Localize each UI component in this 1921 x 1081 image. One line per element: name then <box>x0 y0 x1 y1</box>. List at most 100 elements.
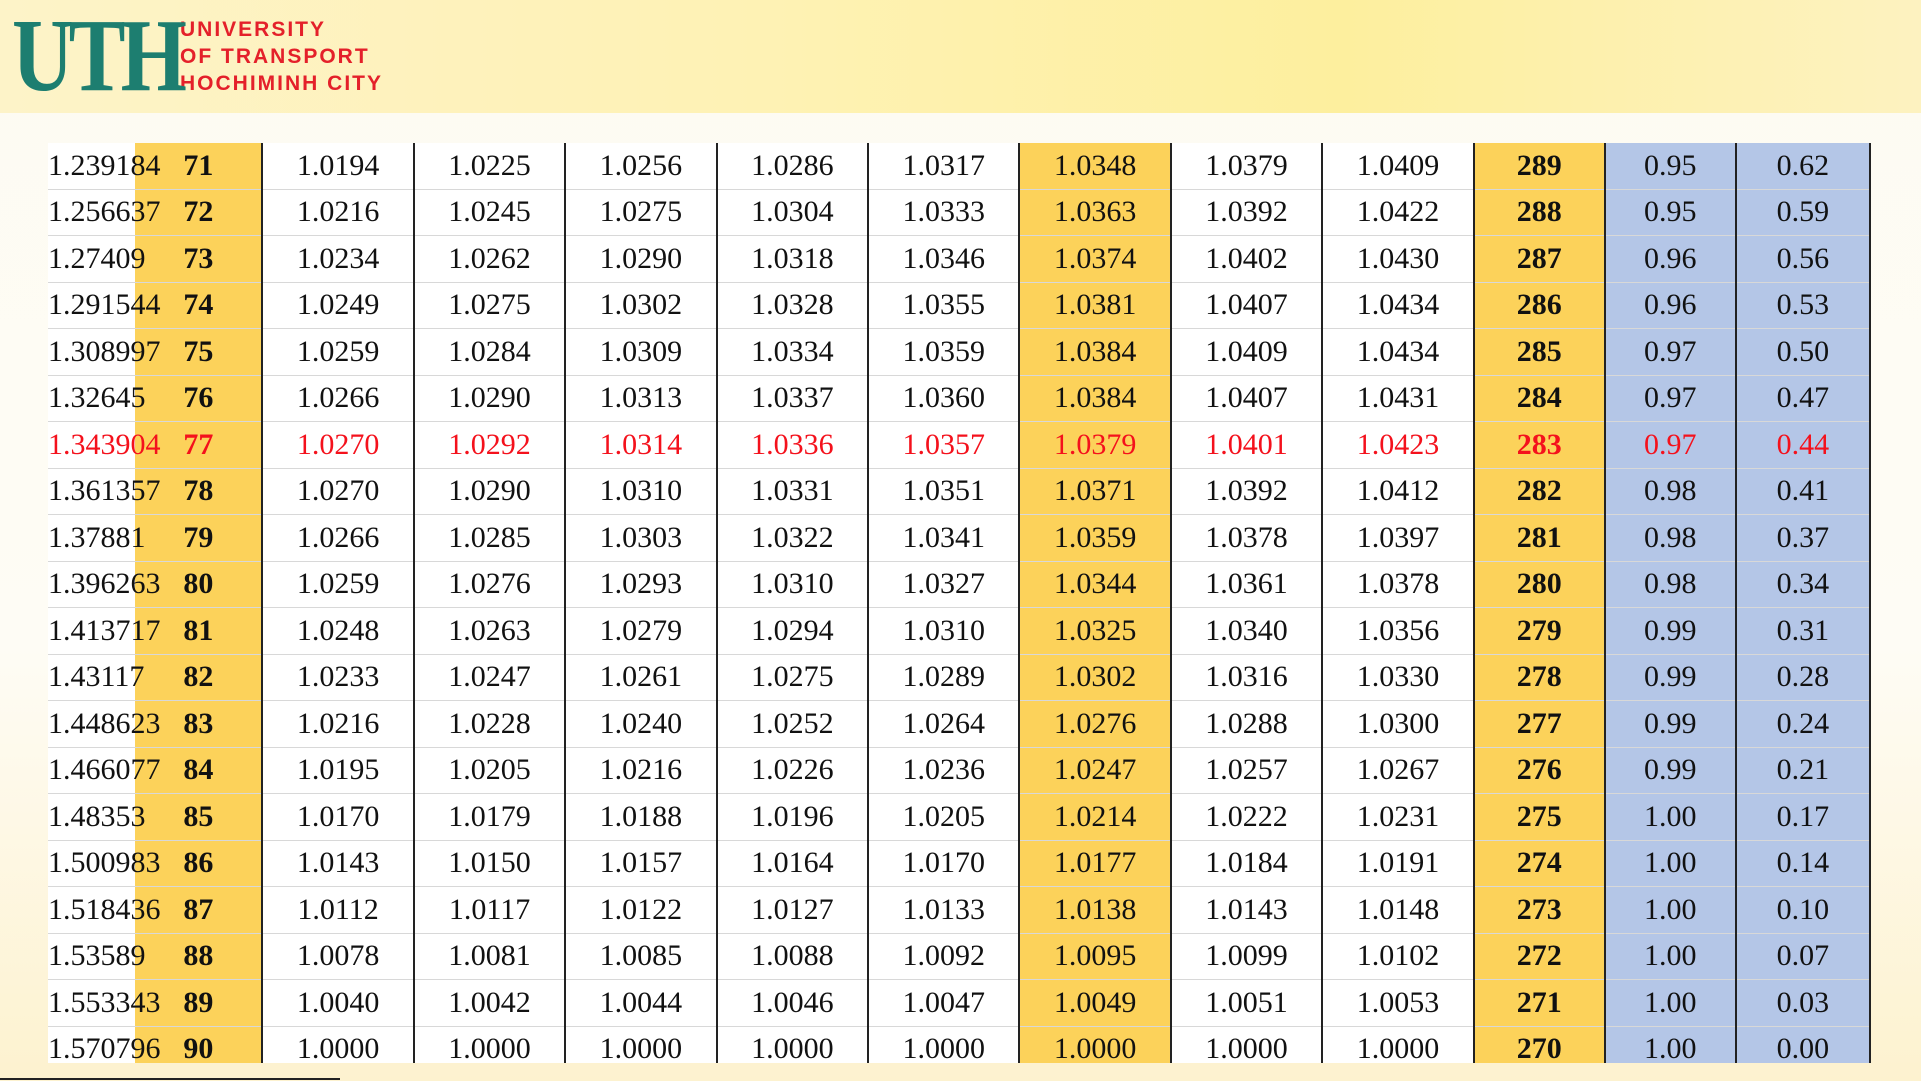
value-cell: 1.0351 <box>868 468 1021 515</box>
value-cell: 1.0431 <box>1322 375 1475 422</box>
value-cell: 1.0047 <box>868 979 1021 1027</box>
value-cell: 1.0316 <box>1170 654 1324 701</box>
value-cell: 1.0266 <box>262 375 415 422</box>
radian-cell: 1.570796 <box>48 1026 161 1063</box>
table-row: 1.308997 75 1.0259 1.0284 1.0309 1.0334 1.0359… <box>48 328 1871 376</box>
angle-cell: 76 <box>135 375 264 422</box>
supplementary-angle-cell: 276 <box>1473 747 1606 794</box>
cosine-cell: 0.99 <box>1604 607 1737 655</box>
cosine-cell: 1.00 <box>1604 933 1737 980</box>
ratio-cell: 0.00 <box>1735 1026 1871 1063</box>
value-cell: 1.0247 <box>413 654 567 701</box>
value-cell: 1.0256 <box>565 143 718 190</box>
logo-line-3: HOCHIMINH CITY <box>180 71 383 95</box>
value-cell: 1.0331 <box>716 468 870 515</box>
ratio-cell: 0.56 <box>1735 235 1871 283</box>
value-cell: 1.0289 <box>868 654 1021 701</box>
table-row: 1.239184 71 1.0194 1.0225 1.0256 1.0286 1.0317… <box>48 143 1871 190</box>
value-cell: 1.0434 <box>1322 328 1475 376</box>
value-cell: 1.0359 <box>868 328 1021 376</box>
value-cell-highlight: 1.0363 <box>1019 189 1172 236</box>
value-cell: 1.0409 <box>1322 143 1475 190</box>
value-cell: 1.0000 <box>413 1026 567 1063</box>
value-cell: 1.0157 <box>565 840 718 887</box>
angle-cell: 79 <box>135 514 264 562</box>
value-cell: 1.0397 <box>1322 514 1475 562</box>
table-row: 1.518436 87 1.0112 1.0117 1.0122 1.0127 1.0133… <box>48 886 1871 934</box>
cosine-cell: 0.97 <box>1604 421 1737 469</box>
university-logo: UTH UNIVERSITY OF TRANSPORT HOCHIMINH CI… <box>12 4 383 108</box>
value-cell: 1.0330 <box>1322 654 1475 701</box>
value-cell: 1.0143 <box>262 840 415 887</box>
value-cell: 1.0293 <box>565 561 718 608</box>
cosine-cell: 0.96 <box>1604 235 1737 283</box>
ratio-cell: 0.17 <box>1735 793 1871 841</box>
value-cell: 1.0401 <box>1170 421 1324 469</box>
value-cell: 1.0292 <box>413 421 567 469</box>
value-cell: 1.0314 <box>565 421 718 469</box>
ratio-cell: 0.28 <box>1735 654 1871 701</box>
ratio-cell: 0.50 <box>1735 328 1871 376</box>
cosine-cell: 0.95 <box>1604 189 1737 236</box>
value-cell: 1.0264 <box>868 700 1021 748</box>
value-cell: 1.0392 <box>1170 189 1324 236</box>
table-row: 1.48353 85 1.0170 1.0179 1.0188 1.0196 1.0205 1… <box>48 793 1871 841</box>
cosine-cell: 0.96 <box>1604 282 1737 329</box>
value-cell: 1.0234 <box>262 235 415 283</box>
value-cell: 1.0378 <box>1322 561 1475 608</box>
logo-text: UNIVERSITY OF TRANSPORT HOCHIMINH CITY <box>180 16 383 97</box>
value-cell-highlight: 1.0000 <box>1019 1026 1172 1063</box>
value-cell: 1.0088 <box>716 933 870 980</box>
value-cell: 1.0379 <box>1170 143 1324 190</box>
radian-cell: 1.256637 <box>48 189 161 236</box>
value-cell: 1.0284 <box>413 328 567 376</box>
value-cell: 1.0044 <box>565 979 718 1027</box>
ratio-cell: 0.03 <box>1735 979 1871 1027</box>
value-cell: 1.0053 <box>1322 979 1475 1027</box>
table-row: 1.53589 88 1.0078 1.0081 1.0085 1.0088 1.0092 1… <box>48 933 1871 980</box>
value-cell: 1.0164 <box>716 840 870 887</box>
cosine-cell: 0.99 <box>1604 654 1737 701</box>
cosine-cell: 0.98 <box>1604 514 1737 562</box>
radian-cell: 1.43117 <box>48 654 144 701</box>
value-cell: 1.0309 <box>565 328 718 376</box>
value-cell: 1.0313 <box>565 375 718 422</box>
data-table: 1.239184 71 1.0194 1.0225 1.0256 1.0286 1.0317… <box>48 143 1871 1063</box>
ratio-cell: 0.24 <box>1735 700 1871 748</box>
ratio-cell: 0.31 <box>1735 607 1871 655</box>
value-cell: 1.0133 <box>868 886 1021 934</box>
value-cell: 1.0412 <box>1322 468 1475 515</box>
ratio-cell: 0.44 <box>1735 421 1871 469</box>
value-cell: 1.0170 <box>262 793 415 841</box>
value-cell: 1.0402 <box>1170 235 1324 283</box>
cosine-cell: 0.99 <box>1604 700 1737 748</box>
value-cell: 1.0275 <box>716 654 870 701</box>
ratio-cell: 0.53 <box>1735 282 1871 329</box>
value-cell: 1.0222 <box>1170 793 1324 841</box>
cosine-cell: 0.95 <box>1604 143 1737 190</box>
supplementary-angle-cell: 277 <box>1473 700 1606 748</box>
value-cell: 1.0081 <box>413 933 567 980</box>
value-cell-highlight: 1.0384 <box>1019 375 1172 422</box>
value-cell-highlight: 1.0177 <box>1019 840 1172 887</box>
ratio-cell: 0.59 <box>1735 189 1871 236</box>
value-cell: 1.0340 <box>1170 607 1324 655</box>
value-cell: 1.0328 <box>716 282 870 329</box>
value-cell: 1.0434 <box>1322 282 1475 329</box>
radian-cell: 1.32645 <box>48 375 146 422</box>
value-cell: 1.0290 <box>413 375 567 422</box>
value-cell-highlight: 1.0371 <box>1019 468 1172 515</box>
value-cell: 1.0318 <box>716 235 870 283</box>
value-cell: 1.0216 <box>565 747 718 794</box>
value-cell: 1.0117 <box>413 886 567 934</box>
ratio-cell: 0.34 <box>1735 561 1871 608</box>
value-cell: 1.0245 <box>413 189 567 236</box>
value-cell: 1.0000 <box>868 1026 1021 1063</box>
value-cell: 1.0051 <box>1170 979 1324 1027</box>
value-cell-highlight: 1.0049 <box>1019 979 1172 1027</box>
value-cell: 1.0361 <box>1170 561 1324 608</box>
supplementary-angle-cell: 274 <box>1473 840 1606 887</box>
value-cell: 1.0322 <box>716 514 870 562</box>
value-cell-highlight: 1.0374 <box>1019 235 1172 283</box>
supplementary-angle-cell: 278 <box>1473 654 1606 701</box>
